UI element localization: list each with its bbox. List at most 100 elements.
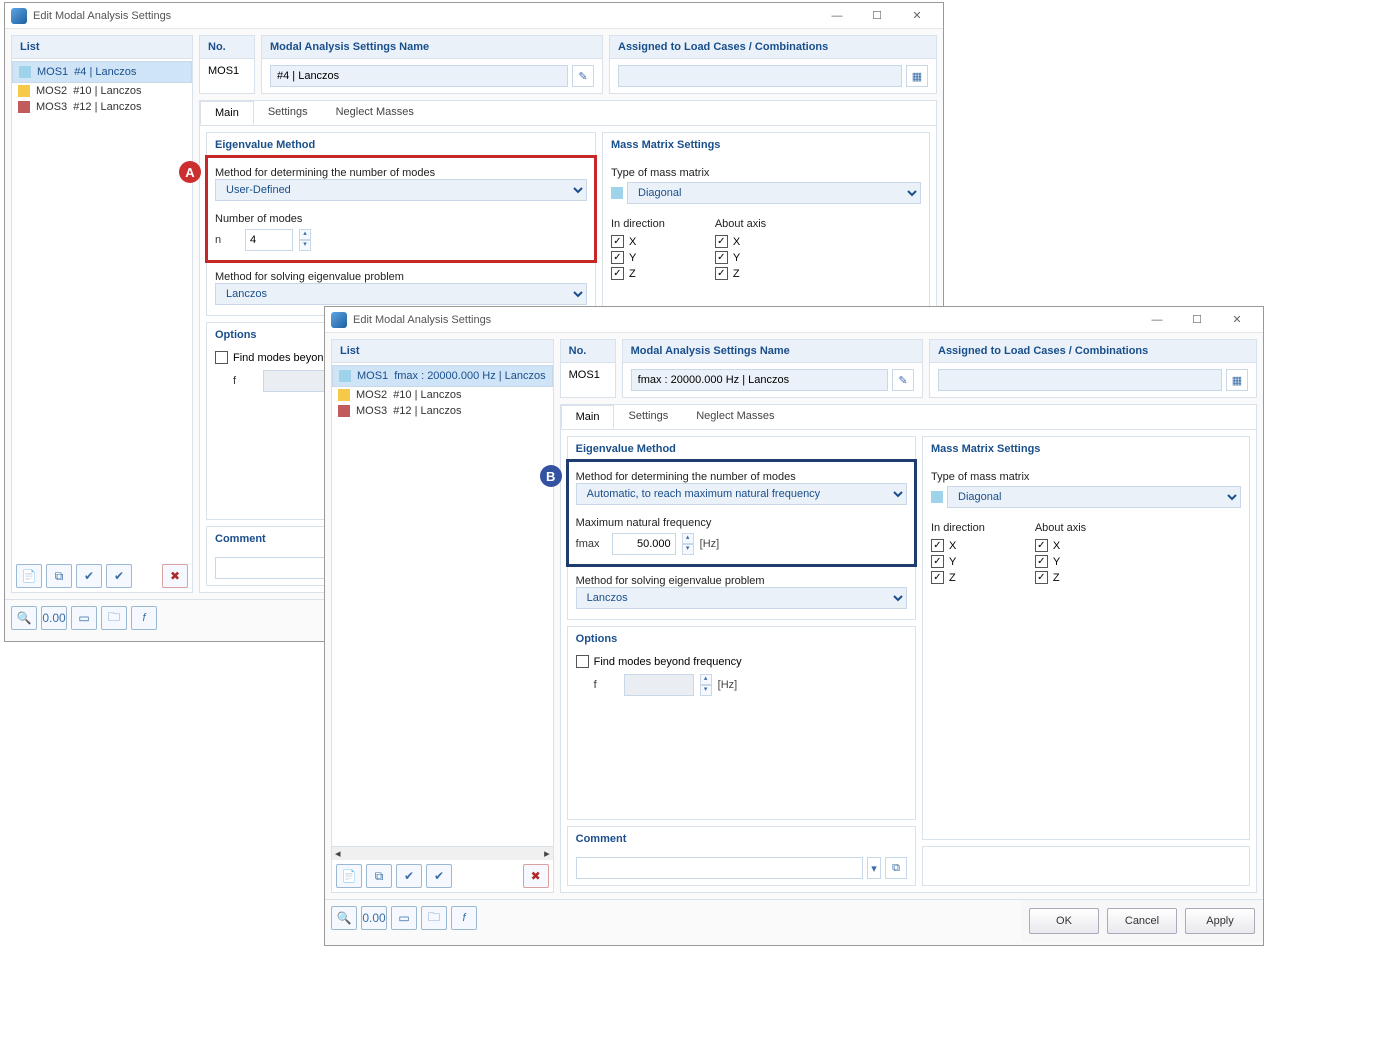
tab-settings[interactable]: Settings	[254, 101, 322, 125]
modes-spinner[interactable]: ▴▾	[299, 229, 311, 251]
check-some-icon[interactable]: ✔	[106, 564, 132, 588]
copy-icon[interactable]: ⧉	[46, 564, 72, 588]
tabs: Main Settings Neglect Masses	[561, 405, 1256, 430]
figure-icon[interactable]: 🗀	[421, 906, 447, 930]
checkbox-icon[interactable]	[576, 655, 589, 668]
settings-list[interactable]: MOS1#4 | Lanczos MOS2#10 | Lanczos MOS3#…	[12, 59, 192, 560]
tabs-panel: Main Settings Neglect Masses Eigenvalue …	[560, 404, 1257, 893]
new-icon[interactable]: 📄	[16, 564, 42, 588]
check-some-icon[interactable]: ✔	[426, 864, 452, 888]
list-item[interactable]: MOS1#4 | Lanczos	[12, 61, 192, 83]
name-input[interactable]	[270, 65, 568, 87]
list-item[interactable]: MOS2#10 | Lanczos	[12, 83, 192, 99]
comment-input[interactable]	[576, 857, 863, 879]
mass-type-label: Type of mass matrix	[931, 471, 1241, 483]
spare-section	[922, 846, 1250, 886]
solver-select[interactable]: Lanczos	[576, 587, 907, 609]
axis-x-checkbox[interactable]: ✓X	[715, 235, 766, 248]
axis-z-checkbox[interactable]: ✓Z	[1035, 571, 1086, 584]
list-item[interactable]: MOS3#12 | Lanczos	[332, 403, 553, 419]
assigned-input[interactable]	[618, 65, 902, 87]
list-hscroll[interactable]: ◂▸	[332, 846, 553, 860]
tab-settings[interactable]: Settings	[614, 405, 682, 429]
axis-y-checkbox[interactable]: ✓Y	[715, 251, 766, 264]
maxfreq-input[interactable]	[612, 533, 676, 555]
assigned-picker-icon[interactable]: ▦	[1226, 369, 1248, 391]
comment-copy-icon[interactable]: ⧉	[885, 857, 907, 879]
mass-type-select[interactable]: Diagonal	[947, 486, 1241, 508]
maxfreq-spinner[interactable]: ▴▾	[682, 533, 694, 555]
figure-icon[interactable]: 🗀	[101, 606, 127, 630]
ok-button[interactable]: OK	[1029, 908, 1099, 934]
function-icon[interactable]: f	[131, 606, 157, 630]
tab-main[interactable]: Main	[561, 405, 615, 429]
assigned-picker-icon[interactable]: ▦	[906, 65, 928, 87]
dir-z-checkbox[interactable]: ✓Z	[931, 571, 985, 584]
list-item[interactable]: MOS3#12 | Lanczos	[12, 99, 192, 115]
edit-name-icon[interactable]: ✎	[892, 369, 914, 391]
checkbox-icon[interactable]	[215, 351, 228, 364]
tab-main[interactable]: Main	[200, 101, 254, 125]
modes-input[interactable]	[245, 229, 293, 251]
comment-title: Comment	[568, 827, 915, 851]
comment-dropdown-icon[interactable]: ▾	[867, 857, 881, 879]
highlight-a: A Method for determining the number of m…	[207, 157, 595, 261]
assigned-panel: Assigned to Load Cases / Combinations ▦	[929, 339, 1257, 398]
display-icon[interactable]: ▭	[391, 906, 417, 930]
name-panel: Modal Analysis Settings Name ✎	[261, 35, 603, 94]
list-item[interactable]: MOS1fmax : 20000.000 Hz | Lanczos	[332, 365, 553, 387]
new-icon[interactable]: 📄	[336, 864, 362, 888]
color-swatch	[338, 389, 350, 401]
check-all-icon[interactable]: ✔	[396, 864, 422, 888]
settings-list[interactable]: MOS1fmax : 20000.000 Hz | Lanczos MOS2#1…	[332, 363, 553, 846]
list-toolbar: 📄 ⧉ ✔ ✔ ✖	[332, 860, 553, 892]
apply-button[interactable]: Apply	[1185, 908, 1255, 934]
minimize-button[interactable]: —	[1137, 308, 1177, 332]
maxfreq-symbol: fmax	[576, 538, 606, 550]
name-input[interactable]	[631, 369, 888, 391]
badge-a: A	[179, 161, 201, 183]
dir-y-checkbox[interactable]: ✓Y	[931, 555, 985, 568]
close-button[interactable]: ✕	[1217, 308, 1257, 332]
axis-y-checkbox[interactable]: ✓Y	[1035, 555, 1086, 568]
dir-x-checkbox[interactable]: ✓X	[611, 235, 665, 248]
close-button[interactable]: ✕	[897, 4, 937, 28]
info-icon[interactable]: 🔍	[331, 906, 357, 930]
dir-z-checkbox[interactable]: ✓Z	[611, 267, 665, 280]
minimize-button[interactable]: —	[817, 4, 857, 28]
window-title: Edit Modal Analysis Settings	[353, 314, 491, 326]
tab-neglect-masses[interactable]: Neglect Masses	[322, 101, 428, 125]
list-toolbar: 📄 ⧉ ✔ ✔ ✖	[12, 560, 192, 592]
units-icon[interactable]: 0.00	[361, 906, 387, 930]
color-swatch	[18, 101, 30, 113]
check-all-icon[interactable]: ✔	[76, 564, 102, 588]
find-modes-checkbox-row[interactable]: Find modes beyond frequency	[576, 655, 907, 668]
maximize-button[interactable]: ☐	[1177, 308, 1217, 332]
info-icon[interactable]: 🔍	[11, 606, 37, 630]
dir-x-checkbox[interactable]: ✓X	[931, 539, 985, 552]
eigenvalue-title: Eigenvalue Method	[207, 133, 595, 157]
method-select[interactable]: User-Defined	[215, 179, 587, 201]
axis-x-checkbox[interactable]: ✓X	[1035, 539, 1086, 552]
options-section: Options Find modes beyond frequency f ▴▾…	[567, 626, 916, 820]
display-icon[interactable]: ▭	[71, 606, 97, 630]
dir-y-checkbox[interactable]: ✓Y	[611, 251, 665, 264]
cancel-button[interactable]: Cancel	[1107, 908, 1177, 934]
tab-neglect-masses[interactable]: Neglect Masses	[682, 405, 788, 429]
solver-select[interactable]: Lanczos	[215, 283, 587, 305]
method-select[interactable]: Automatic, to reach maximum natural freq…	[576, 483, 907, 505]
maximize-button[interactable]: ☐	[857, 4, 897, 28]
axis-z-checkbox[interactable]: ✓Z	[715, 267, 766, 280]
assigned-input[interactable]	[938, 369, 1222, 391]
list-item[interactable]: MOS2#10 | Lanczos	[332, 387, 553, 403]
color-swatch	[338, 405, 350, 417]
units-icon[interactable]: 0.00	[41, 606, 67, 630]
axis-header: About axis	[1035, 522, 1086, 534]
function-icon[interactable]: f	[451, 906, 477, 930]
copy-icon[interactable]: ⧉	[366, 864, 392, 888]
mass-type-select[interactable]: Diagonal	[627, 182, 921, 204]
delete-icon[interactable]: ✖	[523, 864, 549, 888]
delete-icon[interactable]: ✖	[162, 564, 188, 588]
edit-name-icon[interactable]: ✎	[572, 65, 594, 87]
eigenvalue-title: Eigenvalue Method	[568, 437, 915, 461]
